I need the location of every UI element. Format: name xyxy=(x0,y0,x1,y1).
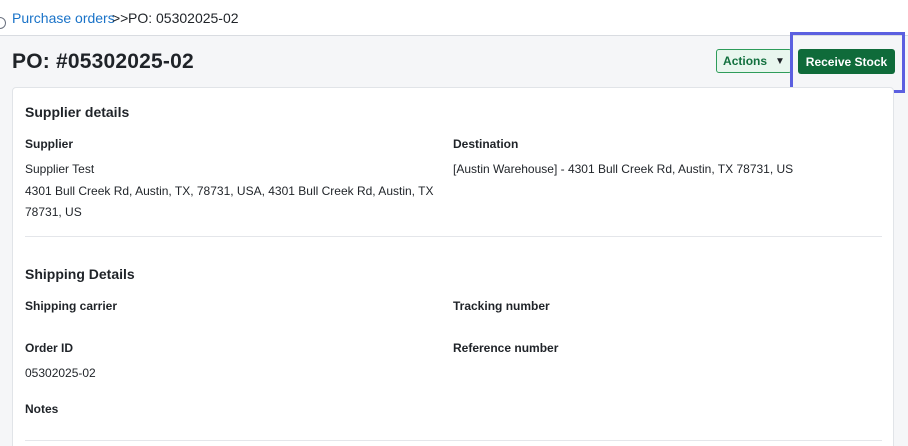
supplier-name: Supplier Test xyxy=(25,162,95,176)
purchase-order-page: Purchase orders >> PO: 05302025-02 PO: #… xyxy=(0,0,908,446)
breadcrumb-purchase-orders-link[interactable]: Purchase orders xyxy=(12,10,115,26)
breadcrumb-current: PO: 05302025-02 xyxy=(128,10,239,26)
supplier-details-title: Supplier details xyxy=(25,104,130,120)
page-title: PO: #05302025-02 xyxy=(12,50,194,73)
radio-icon[interactable] xyxy=(0,17,6,29)
section-divider xyxy=(25,440,882,441)
po-details-card: Supplier details Supplier Supplier Test … xyxy=(12,87,894,446)
receive-stock-button[interactable]: Receive Stock xyxy=(798,49,895,74)
actions-label: Actions xyxy=(723,54,768,68)
supplier-label: Supplier xyxy=(25,137,74,151)
actions-dropdown-button[interactable]: Actions ▼ xyxy=(716,49,792,73)
shipping-carrier-label: Shipping carrier xyxy=(25,299,118,313)
shipping-details-title: Shipping Details xyxy=(25,266,135,282)
order-id-label: Order ID xyxy=(25,341,74,355)
reference-number-label: Reference number xyxy=(453,341,559,355)
destination-label: Destination xyxy=(453,137,519,151)
destination-value: [Austin Warehouse] - 4301 Bull Creek Rd,… xyxy=(453,162,794,176)
order-id-value: 05302025-02 xyxy=(25,366,96,380)
supplier-address-line2: 78731, US xyxy=(25,205,82,219)
supplier-address-line1: 4301 Bull Creek Rd, Austin, TX, 78731, U… xyxy=(25,184,434,198)
section-divider xyxy=(25,236,882,237)
notes-label: Notes xyxy=(25,402,59,416)
breadcrumb: Purchase orders >> PO: 05302025-02 xyxy=(0,0,908,36)
tracking-number-label: Tracking number xyxy=(453,299,550,313)
breadcrumb-separator: >> xyxy=(112,10,129,26)
caret-down-icon: ▼ xyxy=(775,55,785,67)
